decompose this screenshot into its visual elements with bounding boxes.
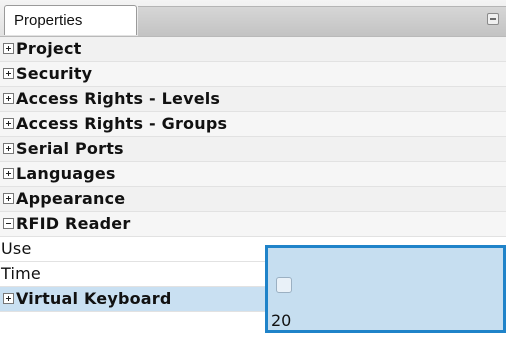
expand-plus-icon[interactable] bbox=[3, 293, 14, 304]
category-row-appearance[interactable]: Appearance bbox=[0, 187, 506, 212]
category-label: Languages bbox=[16, 164, 116, 183]
expand-plus-icon[interactable] bbox=[3, 118, 14, 129]
expand-plus-icon[interactable] bbox=[3, 93, 14, 104]
category-row-access-rights-groups[interactable]: Access Rights - Groups bbox=[0, 112, 506, 137]
category-row-security[interactable]: Security bbox=[0, 62, 506, 87]
expand-plus-icon[interactable] bbox=[3, 68, 14, 79]
time-value[interactable]: 20 bbox=[271, 310, 291, 332]
category-row-project[interactable]: Project bbox=[0, 37, 506, 62]
category-label: Access Rights - Groups bbox=[16, 114, 228, 133]
category-label: Virtual Keyboard bbox=[16, 289, 172, 308]
tab-properties[interactable]: Properties bbox=[4, 5, 137, 35]
tab-strip-fill bbox=[138, 6, 506, 36]
expand-plus-icon[interactable] bbox=[3, 43, 14, 54]
category-label: RFID Reader bbox=[16, 214, 131, 233]
category-label: Project bbox=[16, 39, 82, 58]
category-row-access-rights-levels[interactable]: Access Rights - Levels bbox=[0, 87, 506, 112]
properties-panel: Properties Project Security Access Right… bbox=[0, 0, 506, 359]
panel-tab-strip: Properties bbox=[0, 0, 506, 37]
property-name: Use bbox=[1, 239, 32, 258]
collapse-minus-icon[interactable] bbox=[3, 218, 14, 229]
expand-plus-icon[interactable] bbox=[3, 143, 14, 154]
use-checkbox[interactable] bbox=[276, 277, 292, 293]
category-label: Security bbox=[16, 64, 93, 83]
category-label: Access Rights - Levels bbox=[16, 89, 221, 108]
rfid-header-value-cell bbox=[268, 248, 506, 273]
time-value-cell[interactable] bbox=[268, 299, 506, 330]
use-value-cell[interactable] bbox=[268, 273, 506, 299]
category-label: Appearance bbox=[16, 189, 126, 208]
minimize-panel-icon[interactable] bbox=[487, 13, 499, 25]
category-label: Serial Ports bbox=[16, 139, 124, 158]
category-row-rfid-reader[interactable]: RFID Reader bbox=[0, 212, 506, 237]
property-name: Time bbox=[1, 264, 41, 283]
expand-plus-icon[interactable] bbox=[3, 193, 14, 204]
category-row-languages[interactable]: Languages bbox=[0, 162, 506, 187]
expand-plus-icon[interactable] bbox=[3, 168, 14, 179]
category-row-serial-ports[interactable]: Serial Ports bbox=[0, 137, 506, 162]
